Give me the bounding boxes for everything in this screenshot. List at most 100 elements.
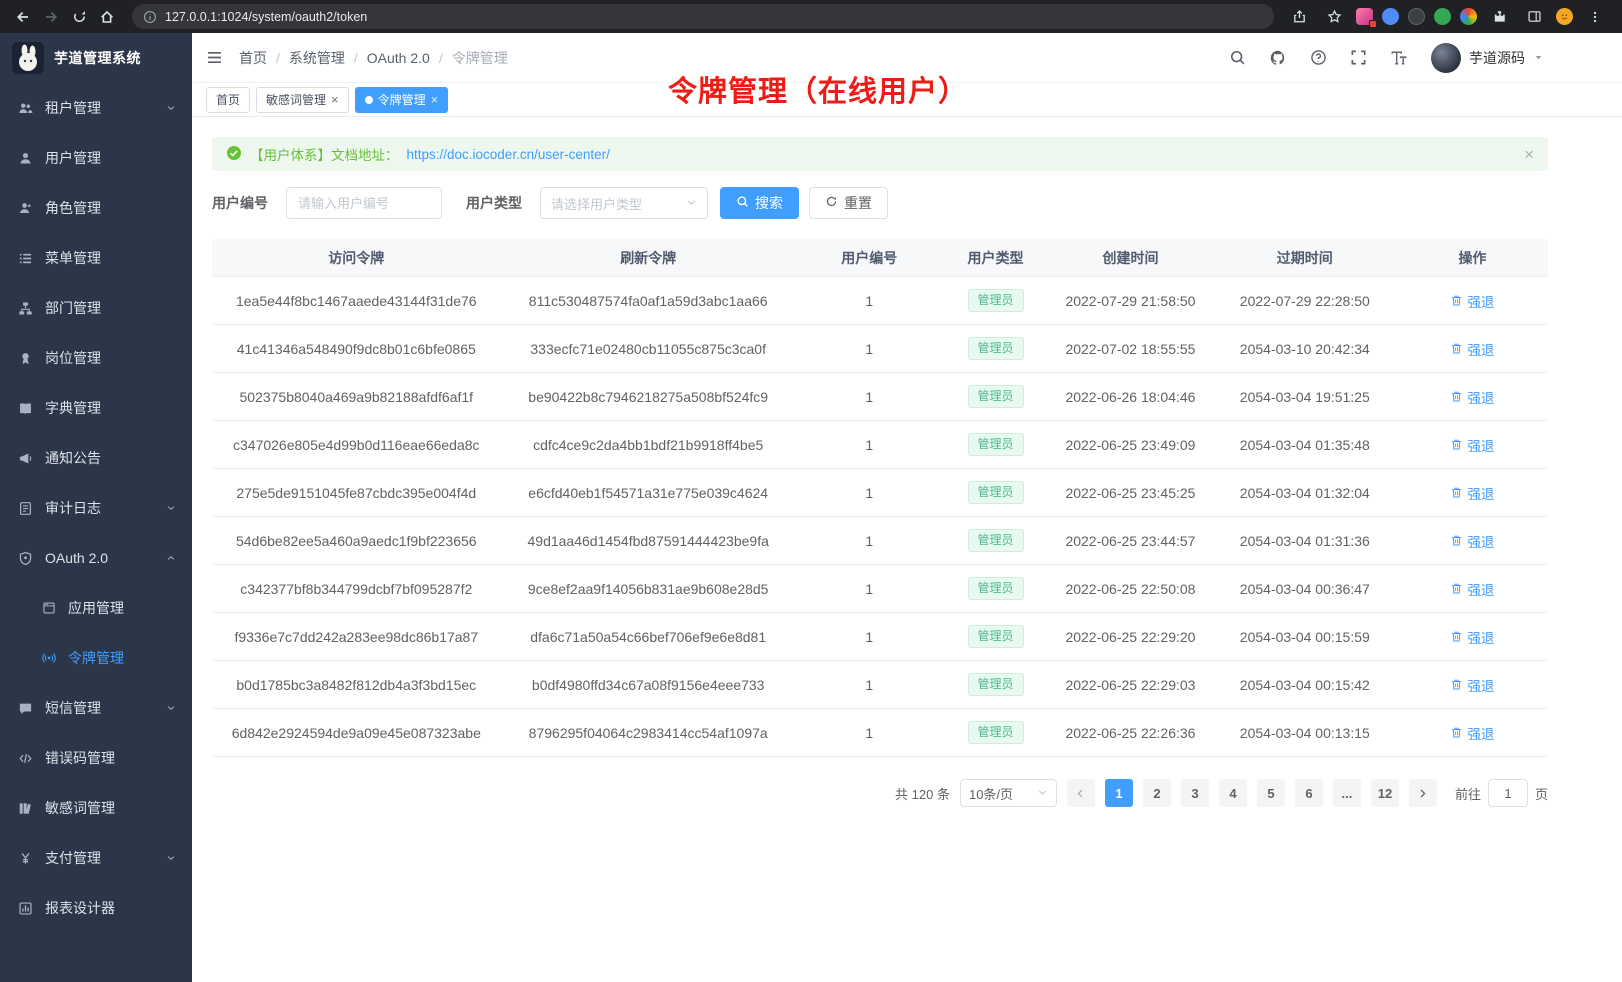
prev-page-button[interactable] (1067, 779, 1095, 807)
forward-icon[interactable] (38, 4, 64, 30)
back-icon[interactable] (10, 4, 36, 30)
force-logout-button[interactable]: 强退 (1450, 723, 1494, 743)
reload-icon[interactable] (66, 4, 92, 30)
sidebar-item-label: 角色管理 (45, 198, 101, 218)
force-logout-button[interactable]: 强退 (1450, 531, 1494, 551)
sidebar-item-dict[interactable]: 字典管理 (0, 383, 192, 433)
book-icon (18, 401, 33, 416)
sidebar-item-oauth2-app[interactable]: 应用管理 (0, 583, 192, 633)
page-button-2[interactable]: 2 (1143, 779, 1171, 807)
breadcrumb-item[interactable]: 系统管理 (289, 48, 345, 68)
column-header[interactable]: 访问令牌 (212, 248, 501, 268)
user-type-select[interactable]: 请选择用户类型 (540, 187, 708, 219)
sidebar-item-oauth2[interactable]: OAuth 2.0 (0, 533, 192, 583)
home-icon[interactable] (94, 4, 120, 30)
sidebar-item-audit-log[interactable]: 审计日志 (0, 483, 192, 533)
medal-icon (18, 351, 33, 366)
breadcrumb-item[interactable]: OAuth 2.0 (367, 50, 430, 66)
sidebar-item-user[interactable]: 用户管理 (0, 133, 192, 183)
page-button-3[interactable]: 3 (1181, 779, 1209, 807)
extension-icon[interactable] (1460, 8, 1477, 25)
force-logout-label: 强退 (1467, 579, 1494, 599)
user-id-input[interactable] (286, 187, 442, 219)
sidebar-item-label: 菜单管理 (45, 248, 101, 268)
extension-icon[interactable] (1382, 8, 1399, 25)
page-button-1[interactable]: 1 (1105, 779, 1133, 807)
created-at-cell: 2022-07-29 21:58:50 (1048, 293, 1212, 309)
force-logout-button[interactable]: 强退 (1450, 387, 1494, 407)
collapse-menu-icon[interactable] (206, 49, 223, 66)
column-header[interactable]: 用户类型 (943, 248, 1049, 268)
sidebar-item-notice[interactable]: 通知公告 (0, 433, 192, 483)
column-header[interactable]: 操作 (1397, 248, 1548, 268)
sidebar-item-oauth2-token[interactable]: 令牌管理 (0, 633, 192, 683)
sidebar: 芋道管理系统 租户管理 用户管理 角色管理 菜单管理 部门管理 (0, 33, 192, 982)
font-size-icon[interactable] (1390, 49, 1408, 67)
goto-page-input[interactable] (1488, 779, 1528, 807)
alert-doc-link[interactable]: https://doc.iocoder.cn/user-center/ (407, 147, 610, 162)
tab-token[interactable]: 令牌管理 × (355, 87, 449, 113)
force-logout-button[interactable]: 强退 (1450, 291, 1494, 311)
sidebar-panel-icon[interactable] (1521, 4, 1547, 30)
bookmark-star-icon[interactable] (1321, 4, 1347, 30)
column-header[interactable]: 刷新令牌 (501, 248, 796, 268)
search-icon[interactable] (1229, 49, 1246, 66)
browser-menu-icon[interactable] (1582, 4, 1608, 30)
close-icon[interactable]: × (331, 93, 339, 106)
chart-icon (18, 901, 33, 916)
tab-sensitive-word[interactable]: 敏感词管理 × (256, 87, 349, 113)
next-page-button[interactable] (1409, 779, 1437, 807)
sidebar-item-post[interactable]: 岗位管理 (0, 333, 192, 383)
sidebar-item-error-code[interactable]: 错误码管理 (0, 733, 192, 783)
help-icon[interactable] (1310, 49, 1327, 66)
github-icon[interactable] (1269, 49, 1287, 67)
force-logout-button[interactable]: 强退 (1450, 435, 1494, 455)
chat-icon (18, 701, 33, 716)
column-header[interactable]: 过期时间 (1213, 248, 1397, 268)
force-logout-button[interactable]: 强退 (1450, 579, 1494, 599)
breadcrumb-item[interactable]: 令牌管理 (452, 48, 508, 68)
page-size-select[interactable]: 10条/页 (960, 779, 1057, 807)
breadcrumb-item[interactable]: 首页 (239, 48, 267, 68)
reset-button[interactable]: 重置 (809, 187, 888, 219)
page-button-6[interactable]: 6 (1295, 779, 1323, 807)
close-icon[interactable]: × (1524, 146, 1534, 163)
address-bar[interactable]: 127.0.0.1:1024/system/oauth2/token (132, 4, 1274, 29)
sidebar-item-role[interactable]: 角色管理 (0, 183, 192, 233)
sidebar-item-pay[interactable]: 支付管理 (0, 833, 192, 883)
created-at-cell: 2022-06-25 22:29:20 (1048, 629, 1212, 645)
created-at-cell: 2022-07-02 18:55:55 (1048, 341, 1212, 357)
sidebar-item-dept[interactable]: 部门管理 (0, 283, 192, 333)
page-button-4[interactable]: 4 (1219, 779, 1247, 807)
force-logout-button[interactable]: 强退 (1450, 483, 1494, 503)
force-logout-button[interactable]: 强退 (1450, 339, 1494, 359)
sidebar-item-menu[interactable]: 菜单管理 (0, 233, 192, 283)
column-header[interactable]: 创建时间 (1048, 248, 1212, 268)
extension-icon[interactable] (1408, 8, 1425, 25)
search-button[interactable]: 搜索 (720, 187, 799, 219)
sidebar-item-sensitive-word[interactable]: 敏感词管理 (0, 783, 192, 833)
force-logout-button[interactable]: 强退 (1450, 675, 1494, 695)
close-icon[interactable]: × (431, 93, 439, 106)
sidebar-item-sms[interactable]: 短信管理 (0, 683, 192, 733)
page-button-12[interactable]: 12 (1371, 779, 1399, 807)
site-info-icon[interactable] (143, 10, 157, 24)
sidebar-item-tenant[interactable]: 租户管理 (0, 83, 192, 133)
user-type-cell: 管理员 (943, 673, 1049, 697)
access-token-cell: b0d1785bc3a8482f812db4a3f3bd15ec (212, 677, 501, 693)
tree-icon (18, 301, 33, 316)
column-header[interactable]: 用户编号 (796, 248, 943, 268)
extension-icon[interactable] (1356, 8, 1373, 25)
share-icon[interactable] (1286, 4, 1312, 30)
profile-avatar-icon[interactable] (1556, 8, 1573, 25)
puzzle-extensions-icon[interactable] (1486, 4, 1512, 30)
extension-icon[interactable] (1434, 8, 1451, 25)
screen: 127.0.0.1:1024/system/oauth2/token 芋道管理系… (0, 0, 1622, 982)
pager-more-button[interactable]: ... (1333, 779, 1361, 807)
fullscreen-icon[interactable] (1350, 49, 1367, 66)
force-logout-button[interactable]: 强退 (1450, 627, 1494, 647)
sidebar-item-report-designer[interactable]: 报表设计器 (0, 883, 192, 933)
user-menu[interactable]: 芋道源码 (1431, 43, 1544, 73)
page-button-5[interactable]: 5 (1257, 779, 1285, 807)
tab-home[interactable]: 首页 (206, 87, 250, 113)
